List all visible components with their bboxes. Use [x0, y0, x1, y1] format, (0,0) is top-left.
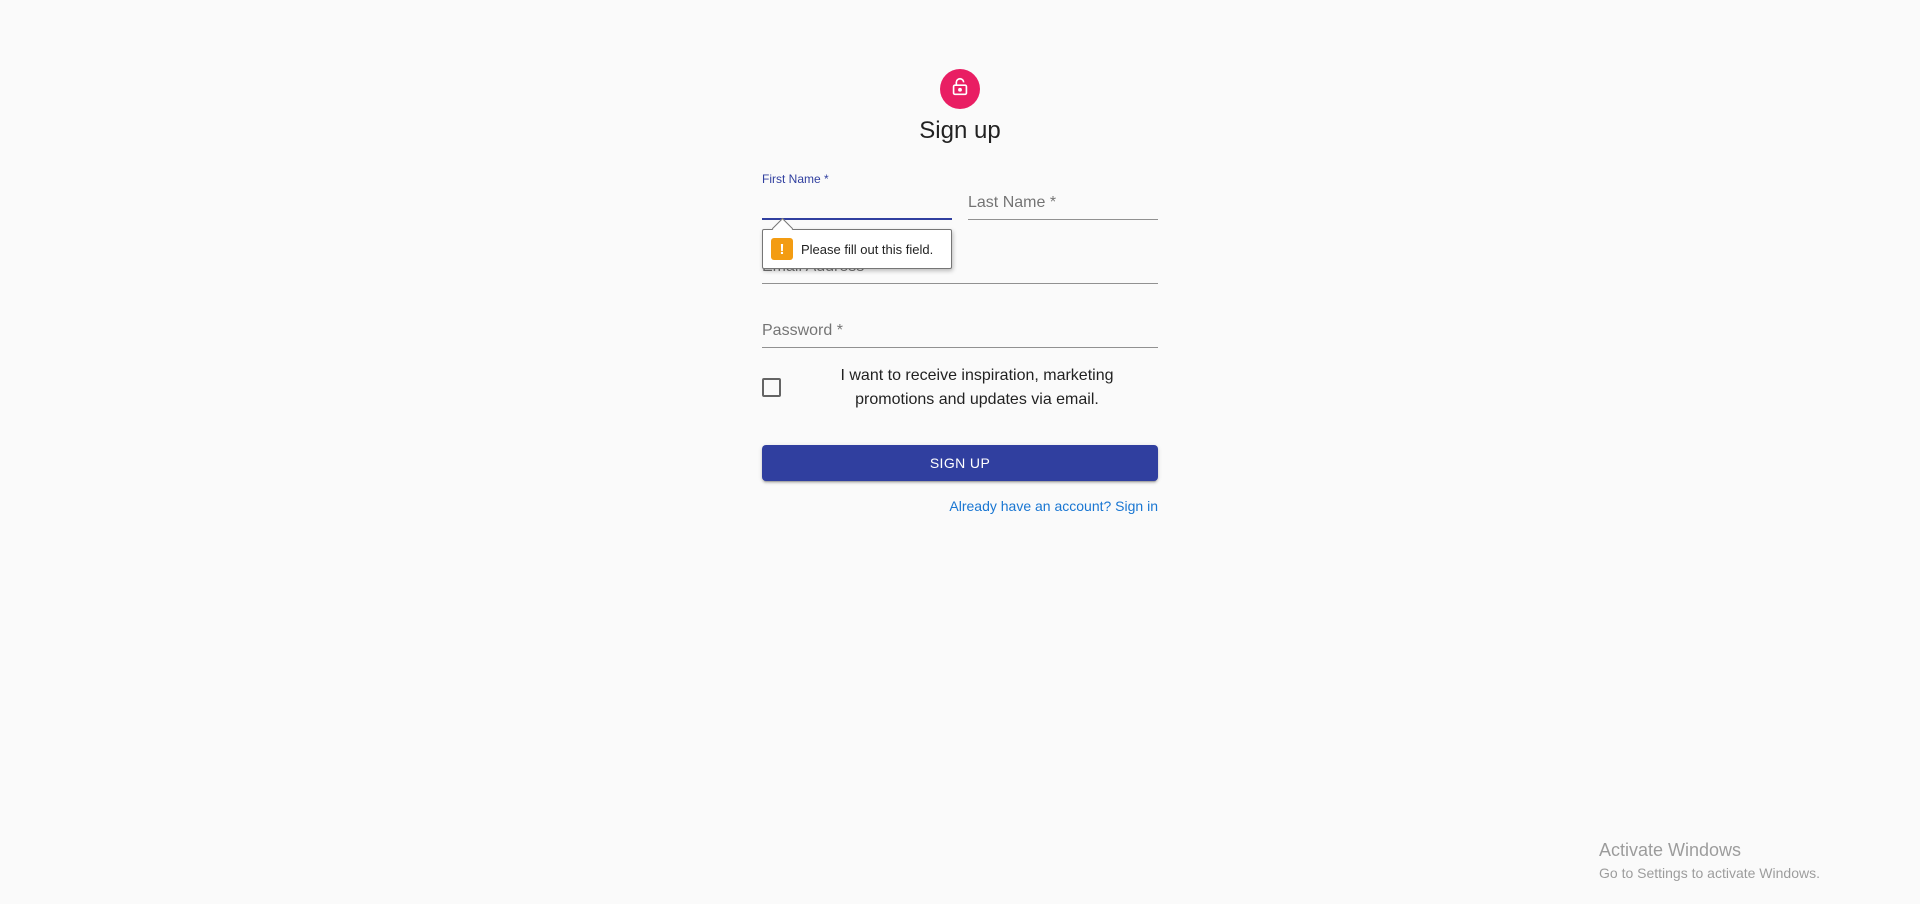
first-name-field[interactable]: First Name * — [762, 168, 952, 220]
signup-page: Sign up First Name * Last Name * Email A… — [0, 0, 1920, 904]
first-name-underline — [762, 218, 952, 220]
password-underline — [762, 347, 1158, 348]
lock-icon — [949, 76, 971, 103]
sign-in-link[interactable]: Already have an account? Sign in — [949, 498, 1158, 514]
password-field[interactable]: Password * — [762, 296, 1158, 348]
avatar — [940, 69, 980, 109]
validation-tooltip: ! Please fill out this field. — [762, 229, 952, 269]
validation-message: Please fill out this field. — [801, 241, 934, 257]
marketing-checkbox-row: I want to receive inspiration, marketing… — [762, 364, 1158, 414]
password-input[interactable] — [762, 318, 1158, 348]
windows-activation-watermark: Activate Windows Go to Settings to activ… — [1599, 840, 1820, 881]
watermark-title: Activate Windows — [1599, 840, 1742, 860]
last-name-field[interactable]: Last Name * — [968, 168, 1158, 220]
email-underline — [762, 283, 1158, 284]
watermark-subtitle: Go to Settings to activate Windows. — [1599, 865, 1820, 881]
marketing-checkbox[interactable] — [762, 378, 781, 397]
marketing-checkbox-label[interactable]: I want to receive inspiration, marketing… — [822, 364, 1132, 412]
first-name-input[interactable] — [762, 190, 952, 220]
sign-up-button[interactable]: SIGN UP — [762, 445, 1158, 481]
page-title: Sign up — [919, 117, 1001, 144]
last-name-input[interactable] — [968, 190, 1158, 220]
first-name-label: First Name * — [762, 172, 829, 186]
warning-icon: ! — [771, 238, 793, 260]
last-name-underline — [968, 219, 1158, 220]
